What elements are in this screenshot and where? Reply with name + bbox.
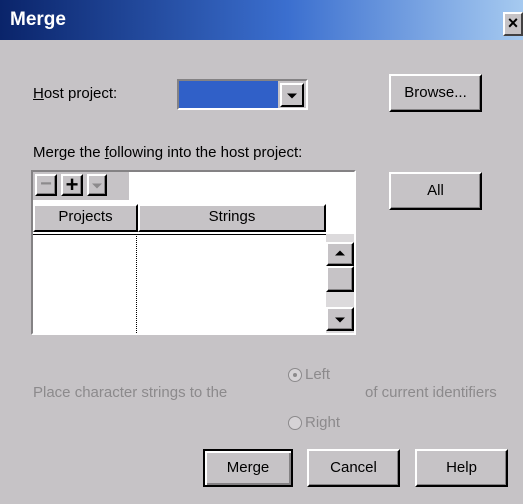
minus-icon: − [40, 173, 52, 195]
grid-toolbar: − + [33, 172, 129, 200]
placement-prefix-label: Place character strings to the [33, 384, 228, 401]
cancel-button[interactable]: Cancel [307, 449, 400, 487]
radio-left[interactable] [288, 368, 302, 382]
radio-right-label: Right [305, 414, 341, 431]
close-icon: × [507, 13, 519, 33]
column-header-strings[interactable]: Strings [138, 204, 326, 232]
merge-following-label-post: ollowing into the host project: [108, 144, 303, 161]
add-button[interactable]: + [61, 174, 83, 196]
placement-suffix-label: of current identifiers [365, 384, 497, 401]
vertical-scrollbar[interactable] [326, 234, 354, 333]
column-header-strings-label: Strings [208, 208, 256, 225]
host-project-label: Host project: [33, 85, 117, 102]
chevron-down-icon [335, 317, 345, 323]
header-divider [33, 234, 326, 235]
column-header-projects[interactable]: Projects [33, 204, 138, 232]
radio-left-dot [293, 373, 297, 377]
browse-button-label: Browse... [404, 84, 467, 101]
close-button[interactable]: × [503, 12, 523, 36]
help-button[interactable]: Help [415, 449, 508, 487]
chevron-down-icon [287, 93, 297, 99]
chevron-down-icon [92, 183, 102, 189]
radio-left-label: Left [305, 366, 331, 383]
dialog-title: Merge [10, 9, 66, 30]
merge-grid: − + Projects Strings [31, 170, 356, 335]
help-button-label: Help [446, 459, 477, 476]
cancel-button-label: Cancel [330, 459, 377, 476]
all-button[interactable]: All [389, 172, 482, 210]
merge-following-label-pre: Merge the [33, 144, 105, 161]
browse-button[interactable]: Browse... [389, 74, 482, 112]
scroll-down-button[interactable] [326, 307, 354, 331]
radio-right[interactable] [288, 416, 302, 430]
chevron-up-icon [335, 250, 345, 256]
merge-dialog: Merge × Host project: Browse... Merge th… [0, 0, 523, 504]
add-dropdown-button[interactable] [87, 174, 107, 196]
all-button-label: All [427, 182, 444, 199]
host-project-combo-value [179, 81, 278, 108]
host-project-label-accel: H [33, 85, 44, 102]
host-project-dropdown-button[interactable] [280, 83, 304, 107]
merge-button-label: Merge [226, 459, 270, 476]
host-project-combo[interactable] [177, 79, 308, 110]
scroll-thumb[interactable] [326, 266, 354, 292]
merge-button[interactable]: Merge [203, 449, 293, 487]
column-header-projects-label: Projects [58, 208, 113, 225]
host-project-label-text: ost project: [43, 85, 118, 102]
scroll-up-button[interactable] [326, 242, 354, 266]
plus-icon: + [65, 172, 79, 197]
title-bar[interactable]: Merge × [0, 0, 523, 40]
column-divider [136, 234, 137, 333]
merge-following-label: Merge the following into the host projec… [33, 144, 302, 161]
remove-button[interactable]: − [35, 174, 57, 196]
